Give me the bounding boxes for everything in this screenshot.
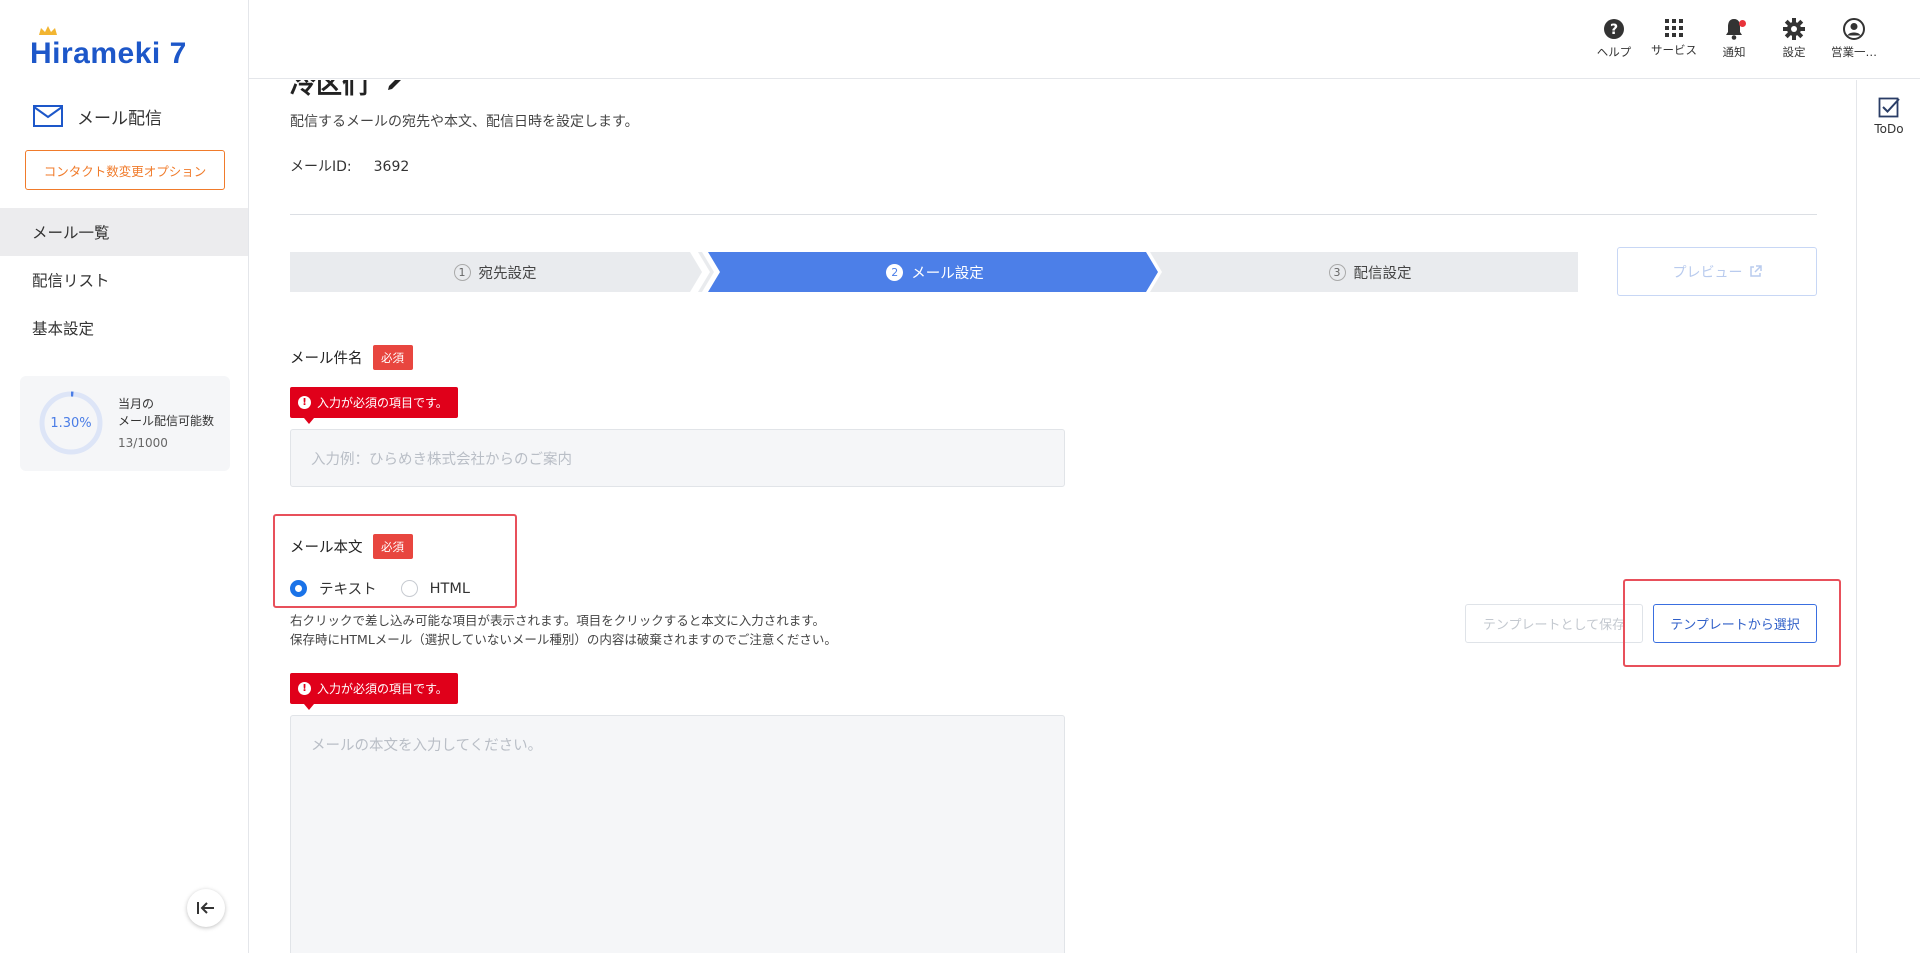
mail-id-value: 3692 [373, 159, 410, 175]
quota-label-line1: 当月の [118, 397, 155, 411]
step-number: 1 [453, 263, 471, 281]
user-label: 営業一… [1831, 45, 1877, 59]
top-header: ? ヘルプ サービス 通知 設定 営業一… [249, 0, 1920, 79]
radio-text[interactable]: テキスト [290, 578, 377, 599]
body-error-tooltip: ! 入力が必須の項目です。 [290, 673, 458, 710]
step-number: 3 [1328, 263, 1346, 281]
required-badge: 必須 [372, 345, 413, 370]
sidebar-item-mail-list[interactable]: メール一覧 [0, 208, 248, 256]
collapse-sidebar-button[interactable] [187, 889, 225, 927]
radio-unselected-icon [400, 580, 418, 597]
error-icon: ! [298, 396, 311, 409]
body-error-text: 入力が必須の項目です。 [317, 682, 448, 696]
sidebar-item-basic-settings[interactable]: 基本設定 [0, 304, 248, 352]
crown-icon [39, 26, 57, 35]
settings-label: 設定 [1782, 45, 1806, 59]
save-as-template-button[interactable]: テンプレートとして保存 [1465, 604, 1643, 643]
notifications-label: 通知 [1722, 45, 1746, 59]
services-button[interactable]: サービス [1644, 18, 1704, 62]
notification-badge [1739, 20, 1746, 27]
subject-placeholder: 入力例：ひらめき株式会社からのご案内 [311, 452, 572, 468]
quota-percent: 1.30% [50, 415, 92, 431]
app-logo[interactable]: Hirameki 7 [30, 26, 187, 72]
body-note: 右クリックで差し込み可能な項目が表示されます。項目をクリックすると本文に入力され… [290, 611, 837, 649]
subject-input[interactable]: 入力例：ひらめき株式会社からのご案内 [290, 429, 1065, 487]
monthly-quota-card: 1.30% 当月の メール配信可能数 13/1000 [20, 376, 230, 471]
body-placeholder: メールの本文を入力してください。 [311, 738, 543, 754]
todo-rail: ToDo [1856, 80, 1920, 953]
quota-label: 当月の メール配信可能数 [118, 396, 214, 430]
radio-selected-icon [290, 580, 307, 597]
body-textarea[interactable]: メールの本文を入力してください。 [290, 715, 1065, 953]
external-link-icon [1749, 265, 1762, 277]
page-title: 冷区们 [290, 80, 405, 101]
help-icon: ? [1604, 19, 1624, 39]
body-label-text: メール本文 [290, 540, 363, 556]
step-number: 2 [886, 263, 904, 281]
highlight-box-template [1623, 579, 1841, 667]
preview-button[interactable]: プレビュー [1617, 247, 1817, 296]
notifications-button[interactable]: 通知 [1704, 18, 1764, 62]
svg-text:?: ? [1610, 22, 1618, 38]
sidebar-item-delivery-list[interactable]: 配信リスト [0, 256, 248, 304]
sidebar-nav: メール一覧 配信リスト 基本設定 [0, 208, 248, 352]
radio-text-label: テキスト [319, 582, 377, 598]
main-content: 冷区们 配信するメールの宛先や本文、配信日時を設定します。 メールID: 3692… [250, 80, 1856, 953]
user-account-button[interactable]: 営業一… [1824, 18, 1884, 62]
todo-label: ToDo [1874, 122, 1904, 136]
quota-label-line2: メール配信可能数 [118, 414, 215, 428]
help-label: ヘルプ [1596, 45, 1632, 59]
subject-label: メール件名 必須 [290, 345, 413, 370]
subject-label-text: メール件名 [290, 351, 363, 367]
body-type-radio-group: テキスト HTML [290, 578, 470, 599]
divider [290, 214, 1817, 215]
body-note-line1: 右クリックで差し込み可能な項目が表示されます。項目をクリックすると本文に入力され… [290, 613, 826, 628]
body-label: メール本文 必須 [290, 534, 413, 559]
subject-error-text: 入力が必須の項目です。 [317, 396, 448, 410]
settings-button[interactable]: 設定 [1764, 18, 1824, 62]
page-title-text: 冷区们 [290, 80, 369, 100]
gear-icon [1783, 18, 1805, 40]
step-recipient[interactable]: 1 宛先設定 [290, 252, 700, 292]
checkbox-icon [1878, 97, 1900, 118]
quota-count: 13/1000 [118, 436, 168, 450]
radio-html-label: HTML [429, 580, 470, 597]
sidebar: Hirameki 7 メール配信 コンタクト数変更オプション メール一覧 配信リ… [0, 0, 249, 953]
mail-id-label: メールID: [290, 159, 352, 175]
error-icon: ! [298, 682, 311, 695]
body-note-line2: 保存時にHTMLメール（選択していないメール種別）の内容は破棄されますのでご注意… [290, 632, 837, 647]
step-label: メール設定 [911, 265, 984, 282]
help-button[interactable]: ? ヘルプ [1584, 18, 1644, 62]
mail-id: メールID: 3692 [290, 156, 409, 176]
mail-delivery-section: メール配信 [33, 101, 162, 131]
contact-option-button[interactable]: コンタクト数変更オプション [25, 150, 225, 190]
step-delivery[interactable]: 3 配信設定 [1162, 252, 1578, 292]
todo-button[interactable]: ToDo [1857, 96, 1920, 146]
preview-label: プレビュー [1672, 264, 1743, 281]
required-badge: 必須 [372, 534, 413, 559]
collapse-left-icon [197, 902, 214, 914]
user-icon [1843, 18, 1865, 40]
step-label: 配信設定 [1353, 265, 1412, 282]
services-label: サービス [1651, 43, 1697, 57]
step-indicator: 1 宛先設定 2 メール設定 3 配信設定 [290, 252, 1578, 292]
section-title: メール配信 [77, 108, 162, 129]
subject-error-tooltip: ! 入力が必須の項目です。 [290, 387, 458, 424]
grid-icon [1665, 19, 1683, 37]
radio-html[interactable]: HTML [400, 580, 470, 597]
step-mail-settings[interactable]: 2 メール設定 [720, 252, 1150, 292]
page-description: 配信するメールの宛先や本文、配信日時を設定します。 [290, 114, 639, 130]
step-label: 宛先設定 [478, 265, 537, 282]
edit-pencil-icon[interactable] [385, 80, 405, 93]
logo-text: Hirameki 7 [30, 37, 187, 70]
mail-icon [33, 105, 63, 127]
